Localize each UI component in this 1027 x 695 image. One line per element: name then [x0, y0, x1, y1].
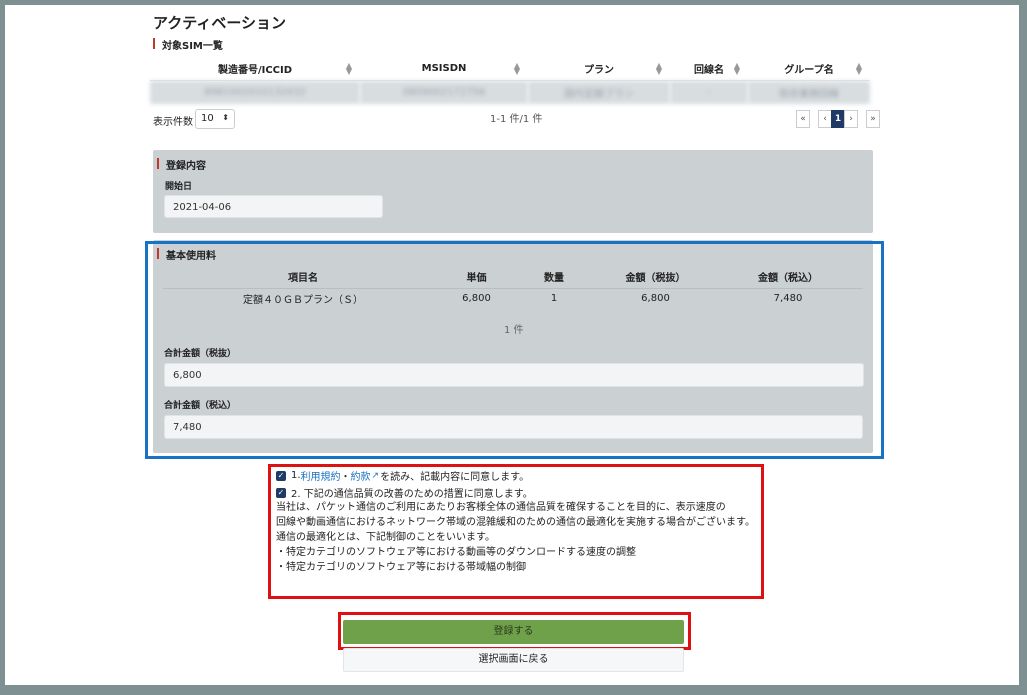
agreement-item-1-number: 1.: [291, 470, 301, 481]
back-to-selection-button[interactable]: 選択画面に戻る: [343, 648, 684, 672]
cell-line-name: -: [670, 80, 748, 104]
notice-line: 回線や動画通信におけるネットワーク帯域の混雑緩和のための通信の最適化を実施する場…: [276, 517, 755, 528]
external-link-icon[interactable]: ↗: [372, 471, 380, 481]
sort-icon[interactable]: ▲ ▼: [856, 62, 862, 76]
terms-of-use-link[interactable]: 利用規約: [301, 468, 341, 483]
cell-group-name: 既存業務回線: [748, 80, 870, 104]
sort-icon[interactable]: ▲ ▼: [514, 62, 520, 76]
registration-panel: [153, 150, 873, 233]
select-arrow-icon: ⬍: [222, 113, 229, 122]
agreement-item-2: ✓ 2. 下記の通信品質の改善のための措置に同意します。: [276, 485, 533, 500]
sort-icon[interactable]: ▲ ▼: [734, 62, 740, 76]
pagination: « ‹ 1 › »: [796, 110, 880, 128]
sort-icon[interactable]: ▲ ▼: [656, 62, 662, 76]
agreement-item-2-text: 2. 下記の通信品質の改善のための措置に同意します。: [291, 489, 533, 500]
notice-line: ・特定カテゴリのソフトウェア等における動画等のダウンロードする速度の調整: [276, 547, 636, 558]
per-page-value: 10: [201, 113, 214, 124]
registration-section-title: 登録内容: [157, 157, 206, 172]
agreement-separator: ・: [340, 472, 351, 483]
column-header-line-name[interactable]: 回線名 ▲ ▼: [670, 58, 748, 81]
pager-last-button[interactable]: »: [866, 110, 880, 128]
pager-next-button[interactable]: ›: [844, 110, 858, 128]
column-header-group-name[interactable]: グループ名 ▲ ▼: [748, 58, 870, 81]
column-header-msisdn[interactable]: MSISDN ▲ ▼: [360, 58, 528, 81]
agreement-item-1-text: を読み、記載内容に同意します。: [380, 472, 530, 483]
notice-line: 当社は、パケット通信のご利用にあたりお客様全体の通信品質を確保することを目的に、…: [276, 502, 726, 513]
sort-icon[interactable]: ▲ ▼: [346, 62, 352, 76]
table-row[interactable]: 8981002010132432 0809002172756 国内定額プラン -…: [150, 80, 870, 104]
contract-terms-link[interactable]: 約款: [351, 468, 371, 483]
pager-prev-button[interactable]: ‹: [818, 110, 832, 128]
pager-page-1[interactable]: 1: [831, 110, 845, 128]
sim-list-section-title: 対象SIM一覧: [153, 37, 223, 52]
agreement-item-1: ✓ 1. 利用規約 ・ 約款 ↗ を読み、記載内容に同意します。: [276, 468, 529, 483]
start-date-label: 開始日: [165, 182, 193, 192]
notice-line: ・特定カテゴリのソフトウェア等における帯域幅の制御: [276, 562, 526, 573]
quality-notice: 当社は、パケット通信のご利用にあたりお客様全体の通信品質を確保することを目的に、…: [276, 500, 756, 575]
highlight-box-basic-fee: [145, 241, 884, 459]
notice-line: 通信の最適化とは、下記制御のことをいいます。: [276, 532, 495, 543]
cell-plan: 国内定額プラン: [528, 80, 670, 104]
per-page-label: 表示件数: [153, 117, 193, 128]
result-count: 1-1 件/1 件: [490, 114, 543, 125]
cell-msisdn: 0809002172756: [360, 80, 528, 104]
page-title: アクティベーション: [153, 14, 287, 32]
agree-quality-checkbox[interactable]: ✓: [276, 487, 286, 498]
per-page-select[interactable]: 10 ⬍: [195, 109, 235, 129]
start-date-field[interactable]: 2021-04-06: [164, 195, 383, 218]
pager-first-button[interactable]: «: [796, 110, 810, 128]
sim-table: 製造番号/ICCID ▲ ▼ MSISDN ▲ ▼ プラン ▲ ▼ 回線名 ▲ ▼ グループ名 ▲…: [150, 58, 870, 104]
cell-iccid: 8981002010132432: [150, 80, 360, 104]
column-header-plan[interactable]: プラン ▲ ▼: [528, 58, 670, 81]
column-header-iccid[interactable]: 製造番号/ICCID ▲ ▼: [150, 58, 360, 81]
register-button[interactable]: 登録する: [343, 620, 684, 644]
agree-terms-checkbox[interactable]: ✓: [276, 470, 286, 481]
